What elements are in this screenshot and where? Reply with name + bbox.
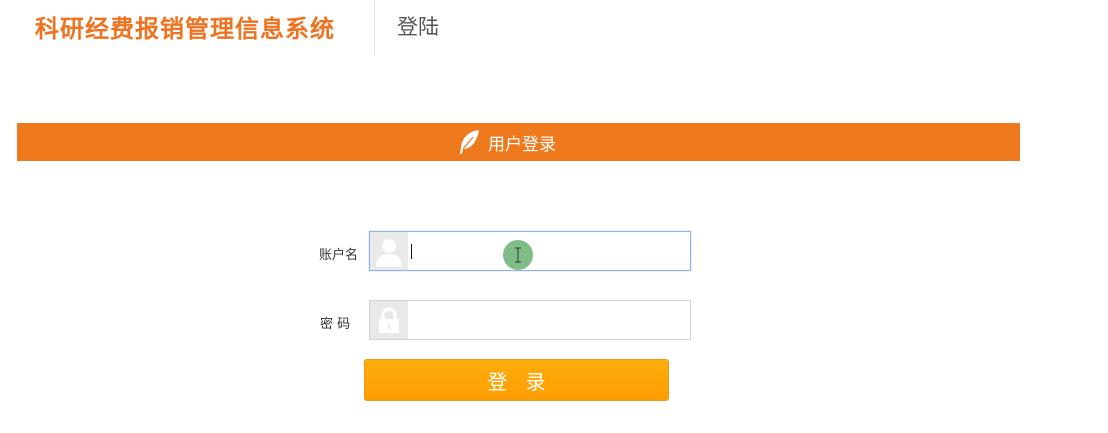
login-page: 科研经费报销管理信息系统 登陆 用户登录 账户名 密 码 登 录 bbox=[0, 0, 1108, 433]
header-divider bbox=[374, 0, 375, 55]
system-title: 科研经费报销管理信息系统 bbox=[35, 14, 335, 43]
feather-icon bbox=[460, 130, 479, 154]
user-icon-box bbox=[370, 232, 408, 270]
password-field[interactable] bbox=[369, 300, 691, 340]
password-input[interactable] bbox=[408, 301, 690, 339]
username-label: 账户名 bbox=[319, 248, 359, 263]
username-input[interactable] bbox=[408, 232, 690, 270]
login-banner: 用户登录 bbox=[17, 123, 1020, 161]
password-label: 密 码 bbox=[320, 317, 351, 332]
banner-title: 用户登录 bbox=[488, 134, 556, 155]
user-icon bbox=[376, 239, 402, 267]
lock-icon-box bbox=[370, 301, 408, 339]
page-label: 登陆 bbox=[397, 15, 439, 39]
text-cursor-icon bbox=[515, 247, 521, 263]
mouse-cursor-indicator bbox=[503, 240, 533, 270]
login-button[interactable]: 登 录 bbox=[364, 359, 669, 401]
lock-icon bbox=[379, 307, 399, 333]
text-caret bbox=[411, 244, 412, 259]
